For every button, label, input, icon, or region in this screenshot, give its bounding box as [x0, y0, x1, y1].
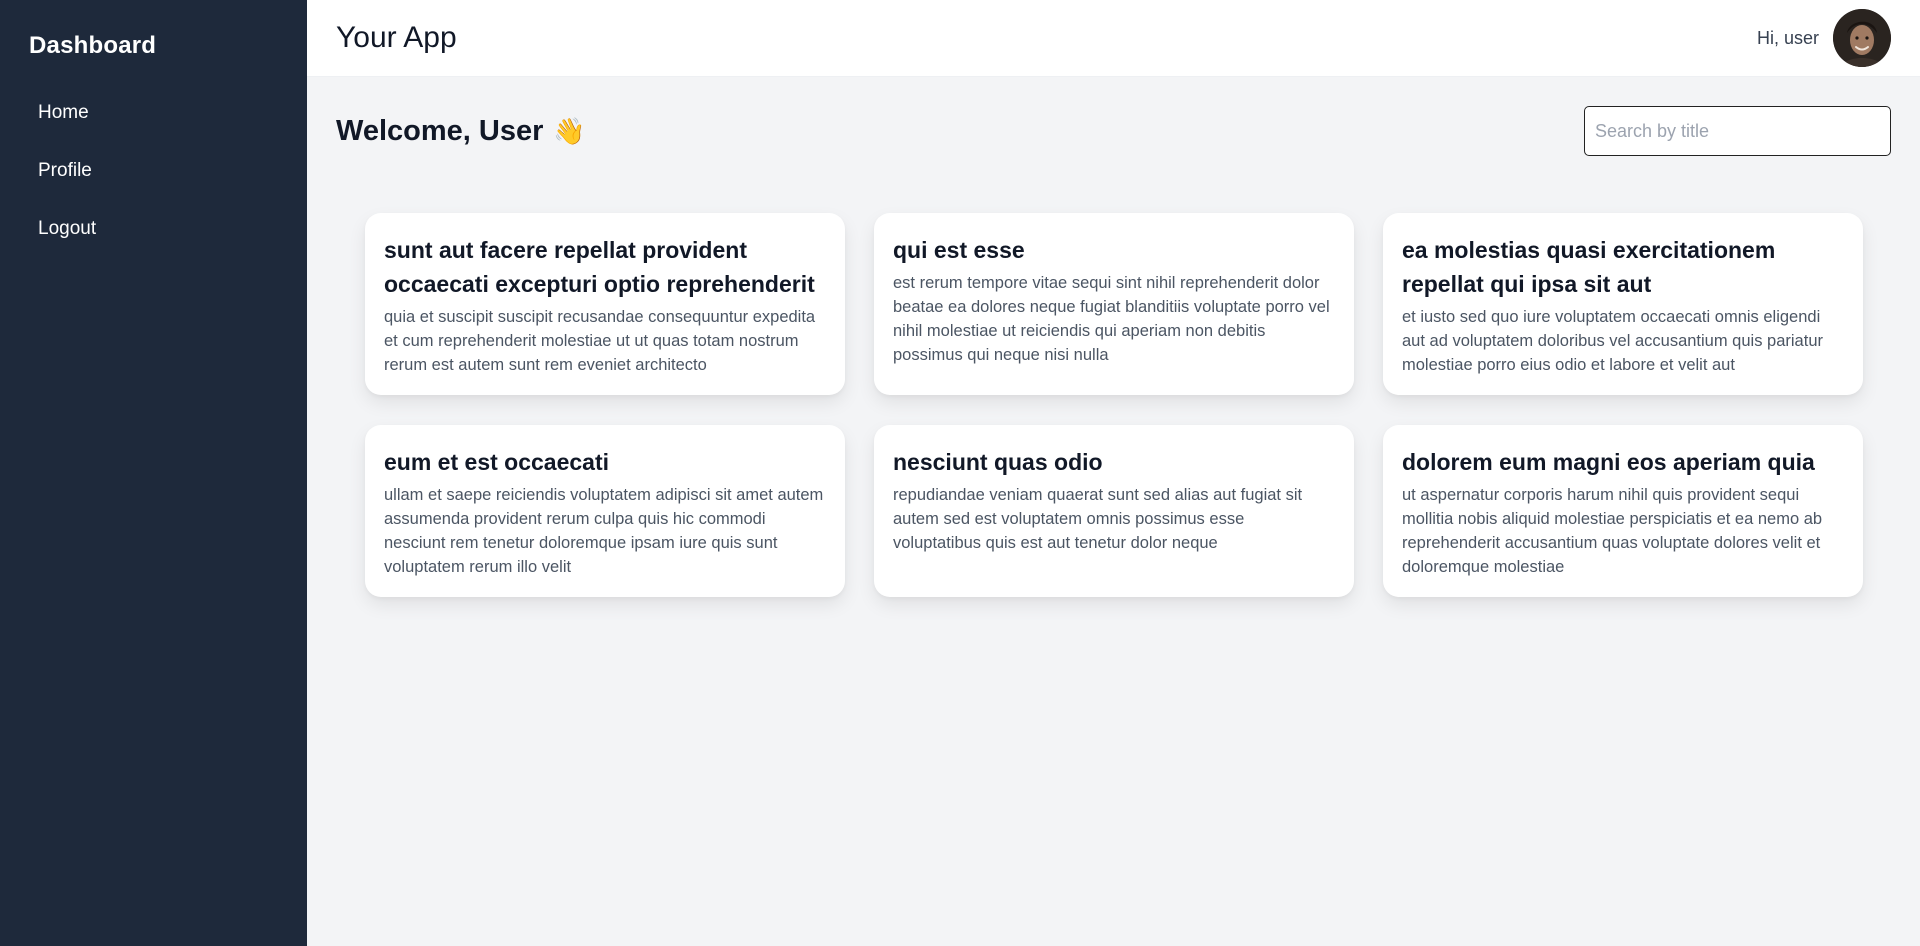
sidebar-nav: Home Profile Logout: [0, 84, 307, 258]
post-title: nesciunt quas odio: [893, 449, 1103, 475]
search-input[interactable]: [1584, 106, 1891, 156]
post-body: quia et suscipit suscipit recusandae con…: [384, 308, 816, 374]
posts-grid: sunt aut facere repellat provident occae…: [336, 185, 1891, 597]
app-root: Dashboard Home Profile Logout Your App H…: [0, 0, 1920, 946]
post-card[interactable]: ea molestias quasi exercitationem repell…: [1383, 213, 1863, 395]
user-avatar-icon: [1833, 9, 1891, 67]
post-body: repudiandae veniam quaerat sunt sed alia…: [893, 486, 1303, 552]
user-area: Hi, user: [1757, 9, 1891, 67]
post-card[interactable]: dolorem eum magni eos aperiam quia ut as…: [1383, 425, 1863, 597]
post-card[interactable]: qui est esse est rerum tempore vitae seq…: [874, 213, 1354, 395]
post-title: ea molestias quasi exercitationem repell…: [1402, 237, 1776, 297]
sidebar-item-logout[interactable]: Logout: [0, 200, 307, 258]
app-title: Your App: [336, 21, 457, 54]
sidebar-title: Dashboard: [29, 32, 157, 59]
sidebar-item-profile[interactable]: Profile: [0, 142, 307, 200]
post-title: qui est esse: [893, 237, 1025, 263]
content-header: Welcome, User 👋: [336, 77, 1891, 185]
topbar: Your App Hi, user: [307, 0, 1920, 77]
post-title: sunt aut facere repellat provident occae…: [384, 237, 815, 297]
post-card[interactable]: nesciunt quas odio repudiandae veniam qu…: [874, 425, 1354, 597]
post-body: et iusto sed quo iure voluptatem occaeca…: [1402, 308, 1823, 374]
sidebar: Dashboard Home Profile Logout: [0, 0, 307, 946]
main-area: Your App Hi, user Welcome, User 👋 Search…: [307, 0, 1920, 946]
page-title: Welcome, User 👋: [336, 115, 586, 148]
sidebar-item-home[interactable]: Home: [0, 84, 307, 142]
post-title: eum et est occaecati: [384, 449, 610, 475]
user-greeting: Hi, user: [1756, 27, 1819, 48]
post-body: ut aspernatur corporis harum nihil quis …: [1402, 486, 1823, 576]
main-content: Welcome, User 👋 sunt aut facere repellat…: [307, 77, 1920, 946]
welcome-text: Welcome, User: [336, 114, 544, 147]
post-card[interactable]: eum et est occaecati ullam et saepe reic…: [365, 425, 845, 597]
avatar[interactable]: [1833, 9, 1891, 67]
post-body: ullam et saepe reiciendis voluptatem adi…: [384, 486, 824, 576]
post-title: dolorem eum magni eos aperiam quia: [1402, 449, 1815, 475]
post-body: est rerum tempore vitae sequi sint nihil…: [893, 274, 1330, 364]
waving-hand-icon: 👋: [553, 115, 586, 146]
post-card[interactable]: sunt aut facere repellat provident occae…: [365, 213, 845, 395]
